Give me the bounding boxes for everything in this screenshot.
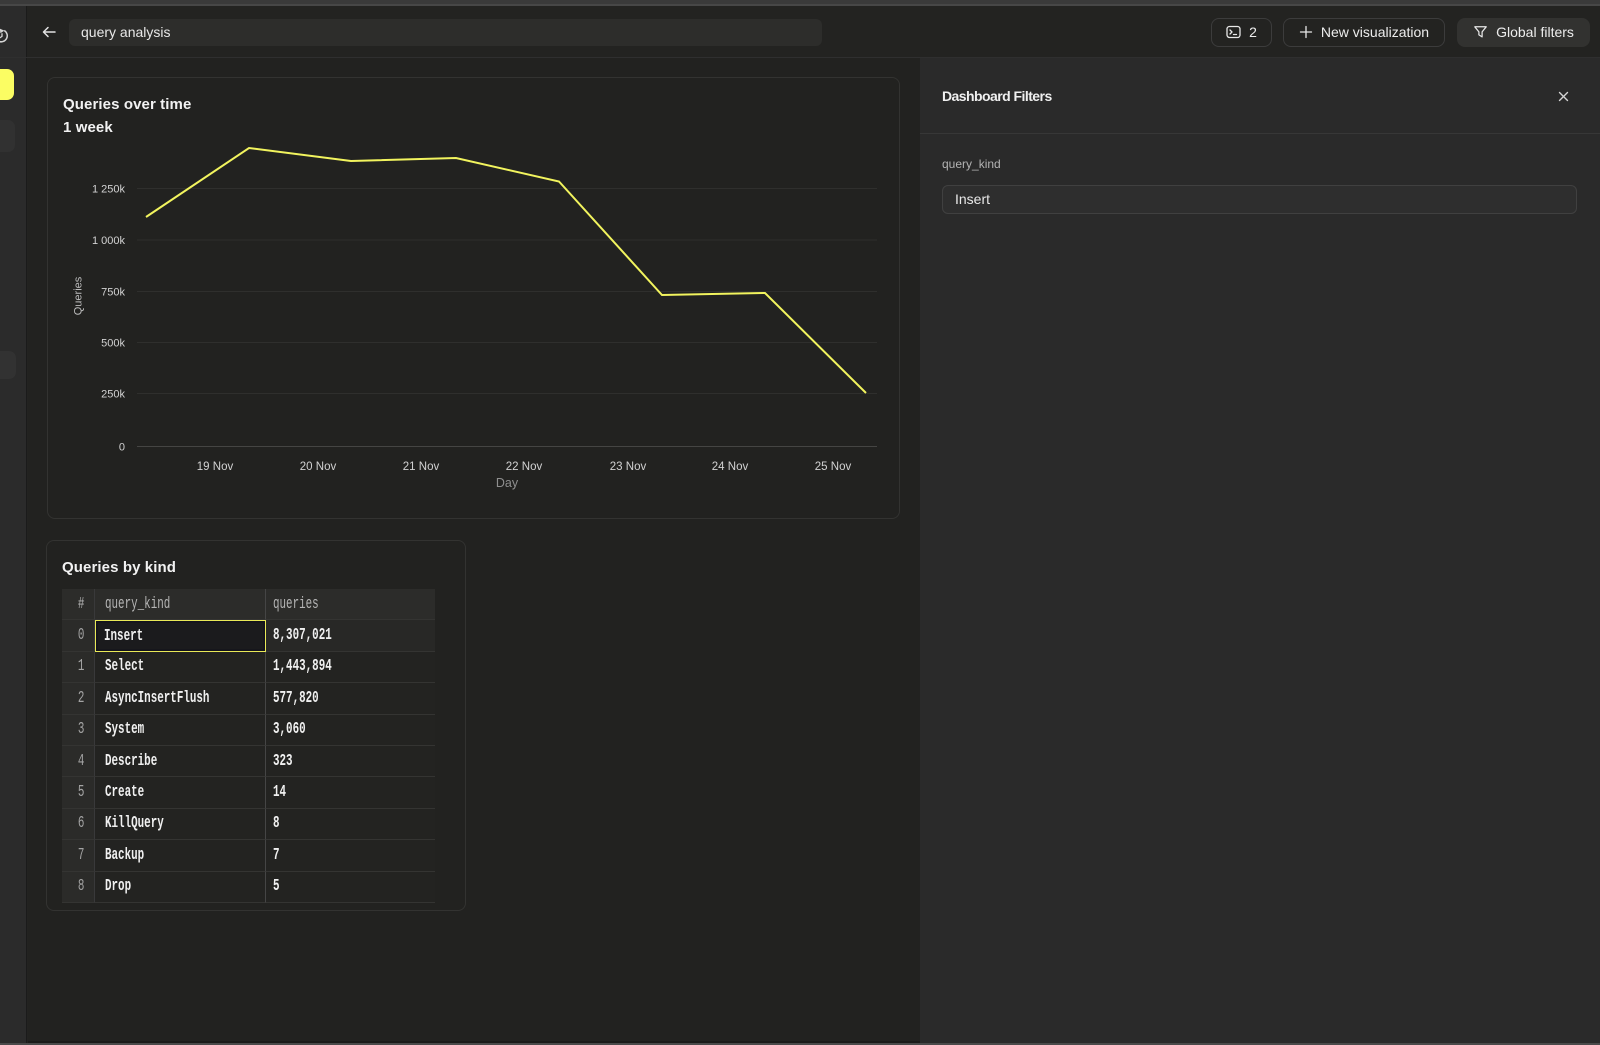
- svg-text:750k: 750k: [101, 287, 125, 299]
- svg-text:Day: Day: [496, 476, 519, 490]
- svg-text:0: 0: [119, 442, 125, 454]
- svg-text:23 Nov: 23 Nov: [610, 461, 647, 473]
- svg-text:19 Nov: 19 Nov: [197, 461, 234, 473]
- svg-text:500k: 500k: [101, 338, 125, 350]
- svg-text:Queries: Queries: [73, 276, 85, 315]
- svg-text:20 Nov: 20 Nov: [300, 461, 337, 473]
- svg-text:24 Nov: 24 Nov: [712, 461, 749, 473]
- svg-text:1 000k: 1 000k: [92, 235, 126, 247]
- svg-text:21 Nov: 21 Nov: [403, 461, 440, 473]
- svg-text:250k: 250k: [101, 389, 125, 401]
- svg-text:22 Nov: 22 Nov: [506, 461, 543, 473]
- svg-text:25 Nov: 25 Nov: [815, 461, 852, 473]
- svg-text:1 250k: 1 250k: [92, 184, 126, 196]
